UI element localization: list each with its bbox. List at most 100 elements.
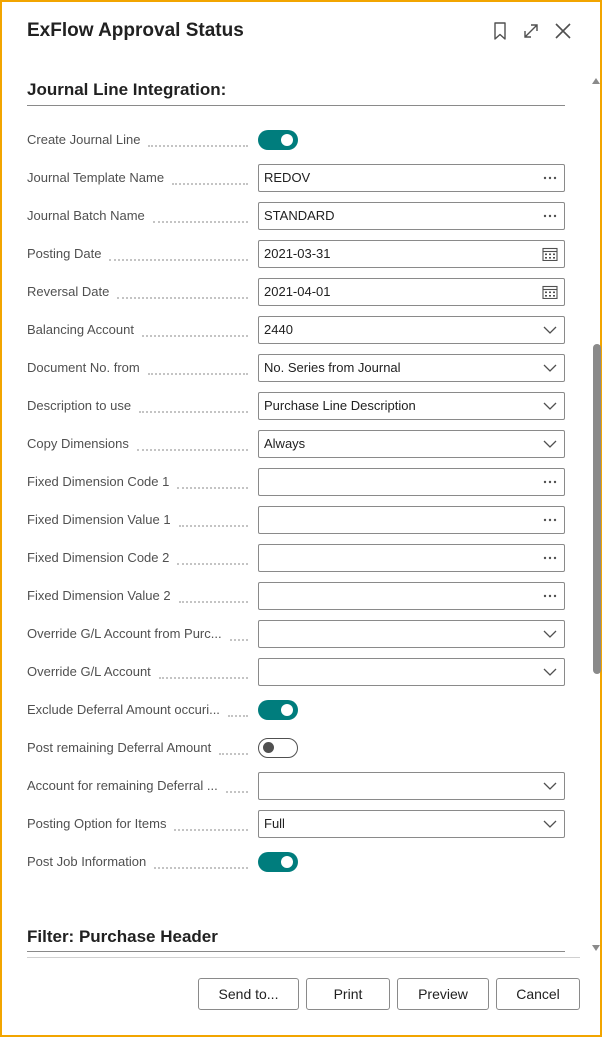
fixed-dimension-code-1-input[interactable]: [258, 468, 565, 496]
label-leader-dots: [148, 145, 248, 147]
preview-button[interactable]: Preview: [397, 978, 489, 1010]
field-row-fixed-dimension-code-2: Fixed Dimension Code 2: [2, 544, 582, 572]
field-row-override-g-l-account-from-purc: Override G/L Account from Purc...: [2, 620, 582, 648]
posting-date-input[interactable]: 2021-03-31: [258, 240, 565, 268]
chevron-down-icon[interactable]: [542, 817, 558, 831]
field-row-override-g-l-account: Override G/L Account: [2, 658, 582, 686]
section-title-journal[interactable]: Journal Line Integration:: [27, 80, 226, 100]
field-row-post-job-information: Post Job Information: [2, 848, 582, 876]
chevron-down-icon[interactable]: [542, 779, 558, 793]
expand-icon[interactable]: [519, 19, 543, 43]
label-leader-dots: [136, 449, 248, 451]
override-g-l-account-from-purc-input[interactable]: [258, 620, 565, 648]
reversal-date-input[interactable]: 2021-04-01: [258, 278, 565, 306]
account-for-remaining-deferral-input[interactable]: [258, 772, 565, 800]
field-label: Post Job Information: [27, 854, 147, 869]
send-to-button[interactable]: Send to...: [198, 978, 299, 1010]
cancel-button[interactable]: Cancel: [496, 978, 580, 1010]
field-label: Posting Date: [27, 246, 102, 261]
field-row-journal-batch-name: Journal Batch Name STANDARD: [2, 202, 582, 230]
section-title-filter[interactable]: Filter: Purchase Header: [27, 927, 218, 947]
chevron-down-icon[interactable]: [542, 437, 558, 451]
field-row-post-remaining-deferral-amount: Post remaining Deferral Amount: [2, 734, 582, 762]
toggle-knob: [281, 134, 293, 146]
field-row-reversal-date: Reversal Date 2021-04-01: [2, 278, 582, 306]
print-button[interactable]: Print: [306, 978, 390, 1010]
copy-dimensions-input[interactable]: Always: [258, 430, 565, 458]
fixed-dimension-value-1-input[interactable]: [258, 506, 565, 534]
field-label: Create Journal Line: [27, 132, 141, 147]
chevron-down-icon[interactable]: [542, 627, 558, 641]
calendar-icon[interactable]: [542, 285, 558, 299]
ellipsis-icon[interactable]: [542, 589, 558, 603]
field-label: Post remaining Deferral Amount: [27, 740, 212, 755]
field-label: Override G/L Account from Purc...: [27, 626, 222, 641]
toggle-knob: [281, 856, 293, 868]
ellipsis-icon[interactable]: [542, 209, 558, 223]
field-value: No. Series from Journal: [264, 360, 401, 375]
journal-template-name-input[interactable]: REDOV: [258, 164, 565, 192]
fixed-dimension-code-2-input[interactable]: [258, 544, 565, 572]
chevron-down-icon[interactable]: [542, 665, 558, 679]
field-label: Balancing Account: [27, 322, 134, 337]
field-value: Always: [264, 436, 306, 451]
scrollbar-thumb[interactable]: [593, 344, 601, 674]
label-leader-dots: [158, 677, 248, 679]
field-value: Purchase Line Description: [264, 398, 416, 413]
bookmark-icon[interactable]: [488, 19, 512, 43]
field-label: Override G/L Account: [27, 664, 151, 679]
override-g-l-account-input[interactable]: [258, 658, 565, 686]
field-label: Fixed Dimension Value 1: [27, 512, 171, 527]
label-leader-dots: [229, 639, 248, 641]
field-value: 2440: [264, 322, 293, 337]
label-leader-dots: [177, 563, 248, 565]
field-label: Copy Dimensions: [27, 436, 129, 451]
balancing-account-input[interactable]: 2440: [258, 316, 565, 344]
ellipsis-icon[interactable]: [542, 475, 558, 489]
close-icon[interactable]: [551, 19, 575, 43]
label-leader-dots: [225, 791, 248, 793]
scroll-up-arrow-icon[interactable]: [591, 73, 601, 84]
create-journal-line-toggle[interactable]: [258, 130, 298, 150]
chevron-down-icon[interactable]: [542, 361, 558, 375]
chevron-down-icon[interactable]: [542, 323, 558, 337]
exclude-deferral-amount-occuri-toggle[interactable]: [258, 700, 298, 720]
label-leader-dots: [154, 867, 248, 869]
label-leader-dots: [141, 335, 248, 337]
field-value: REDOV: [264, 170, 311, 185]
ellipsis-icon[interactable]: [542, 513, 558, 527]
field-label: Reversal Date: [27, 284, 110, 299]
field-value: Full: [264, 816, 285, 831]
dialog-title: ExFlow Approval Status: [27, 20, 244, 41]
label-leader-dots: [109, 259, 248, 261]
label-leader-dots: [178, 525, 248, 527]
ellipsis-icon[interactable]: [542, 171, 558, 185]
label-leader-dots: [178, 601, 248, 603]
field-label: Exclude Deferral Amount occuri...: [27, 702, 220, 717]
field-label: Posting Option for Items: [27, 816, 167, 831]
field-label: Journal Batch Name: [27, 208, 145, 223]
field-row-balancing-account: Balancing Account 2440: [2, 316, 582, 344]
label-leader-dots: [172, 183, 248, 185]
ellipsis-icon[interactable]: [542, 551, 558, 565]
chevron-down-icon[interactable]: [542, 399, 558, 413]
field-label: Description to use: [27, 398, 132, 413]
post-remaining-deferral-amount-toggle[interactable]: [258, 738, 298, 758]
label-leader-dots: [147, 373, 248, 375]
field-row-posting-option-for-items: Posting Option for Items Full: [2, 810, 582, 838]
posting-option-for-items-input[interactable]: Full: [258, 810, 565, 838]
calendar-icon[interactable]: [542, 247, 558, 261]
post-job-information-toggle[interactable]: [258, 852, 298, 872]
field-row-exclude-deferral-amount-occuri: Exclude Deferral Amount occuri...: [2, 696, 582, 724]
field-value: 2021-03-31: [264, 246, 331, 261]
field-row-description-to-use: Description to use Purchase Line Descript…: [2, 392, 582, 420]
description-to-use-input[interactable]: Purchase Line Description: [258, 392, 565, 420]
field-value: 2021-04-01: [264, 284, 331, 299]
field-label: Fixed Dimension Code 1: [27, 474, 170, 489]
field-label: Account for remaining Deferral ...: [27, 778, 218, 793]
label-leader-dots: [139, 411, 248, 413]
journal-batch-name-input[interactable]: STANDARD: [258, 202, 565, 230]
scroll-down-arrow-icon[interactable]: [591, 940, 601, 951]
document-no-from-input[interactable]: No. Series from Journal: [258, 354, 565, 382]
fixed-dimension-value-2-input[interactable]: [258, 582, 565, 610]
